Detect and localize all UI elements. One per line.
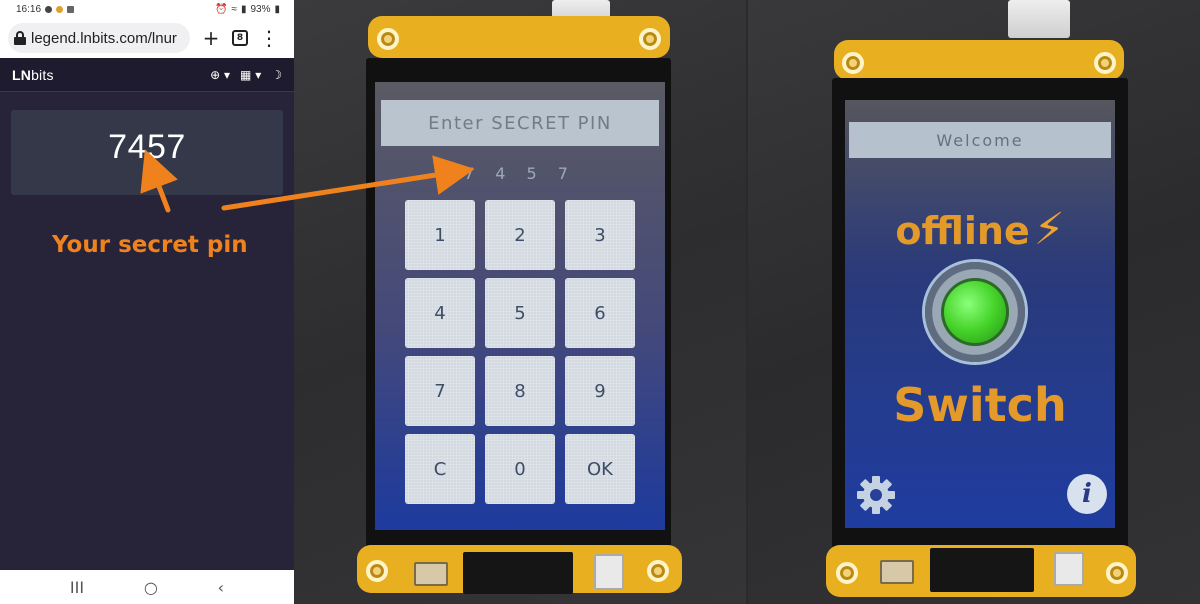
notification-icon bbox=[45, 5, 53, 13]
grid-icon[interactable]: ▦ ▾ bbox=[240, 68, 261, 82]
annotation-label: Your secret pin bbox=[52, 232, 248, 258]
app-title-bold: LN bbox=[12, 66, 32, 83]
app-title-light: bits bbox=[31, 66, 54, 83]
pcb-top bbox=[834, 40, 1124, 80]
browser-toolbar: legend.lnbits.com/lnur + 8 ⋮ bbox=[0, 18, 294, 58]
keypad-screen: Enter SECRET PIN 7 4 5 7 1 2 3 4 5 6 7 8 9 C 0 OK bbox=[375, 82, 665, 530]
mount-hole bbox=[377, 28, 399, 50]
info-icon[interactable]: i bbox=[1067, 474, 1107, 514]
keypad-header: Enter SECRET PIN bbox=[381, 100, 659, 146]
moon-icon[interactable]: ☽ bbox=[271, 68, 282, 82]
lock-icon bbox=[14, 31, 26, 45]
mount-hole bbox=[366, 560, 388, 582]
pcb-top bbox=[368, 16, 670, 58]
recent-apps-button[interactable]: III bbox=[70, 578, 84, 597]
gear-icon[interactable] bbox=[855, 474, 897, 516]
key-9[interactable]: 9 bbox=[565, 356, 635, 426]
connector bbox=[414, 562, 448, 586]
image-notification-icon bbox=[67, 5, 75, 13]
key-5[interactable]: 5 bbox=[485, 278, 555, 348]
tab-switcher-button[interactable]: 8 bbox=[232, 30, 248, 46]
signal-icon: ▮ bbox=[240, 3, 247, 15]
key-1[interactable]: 1 bbox=[405, 200, 475, 270]
connection-status: offline⚡ bbox=[845, 204, 1115, 255]
connector bbox=[880, 560, 914, 584]
mount-hole bbox=[1106, 562, 1128, 584]
led bbox=[594, 554, 624, 590]
status-time: 16:16 bbox=[16, 3, 42, 15]
usb-cable bbox=[1008, 0, 1070, 38]
alarm-icon: ⏰ bbox=[215, 3, 228, 15]
secret-pin: 7457 bbox=[108, 128, 186, 166]
mount-hole bbox=[647, 560, 669, 582]
android-nav-bar: III ○ ‹ bbox=[0, 570, 294, 604]
address-bar[interactable]: legend.lnbits.com/lnur bbox=[8, 23, 190, 53]
key-6[interactable]: 6 bbox=[565, 278, 635, 348]
switch-label: Switch bbox=[893, 378, 1067, 432]
switch-button[interactable] bbox=[925, 262, 1025, 362]
switch-led bbox=[941, 278, 1009, 346]
mount-hole bbox=[639, 28, 661, 50]
welcome-header: Welcome bbox=[849, 122, 1111, 158]
sd-slot bbox=[930, 548, 1034, 592]
app-notification-icon bbox=[56, 5, 64, 13]
home-button[interactable]: ○ bbox=[144, 578, 158, 597]
mount-hole bbox=[836, 562, 858, 584]
sd-slot bbox=[463, 552, 573, 594]
key-clear[interactable]: C bbox=[405, 434, 475, 504]
mount-hole bbox=[842, 52, 864, 74]
key-8[interactable]: 8 bbox=[485, 356, 555, 426]
keypad: 1 2 3 4 5 6 7 8 9 C 0 OK bbox=[405, 200, 637, 504]
phone-screenshot: 16:16 ⏰ ≈ ▮ 93% ▮ legend.lnbits.com/lnur… bbox=[0, 0, 294, 604]
battery-icon: ▮ bbox=[274, 3, 280, 15]
browser-menu-button[interactable]: ⋮ bbox=[258, 26, 280, 50]
key-4[interactable]: 4 bbox=[405, 278, 475, 348]
key-ok[interactable]: OK bbox=[565, 434, 635, 504]
key-7[interactable]: 7 bbox=[405, 356, 475, 426]
url-text: legend.lnbits.com/lnur bbox=[31, 29, 177, 47]
lnbits-header: LNbits ⊕ ▾ ▦ ▾ ☽ bbox=[0, 58, 294, 92]
welcome-screen: Welcome offline⚡ Switch i bbox=[845, 100, 1115, 528]
lightning-bolt-icon: ⚡ bbox=[1033, 204, 1065, 255]
new-tab-button[interactable]: + bbox=[200, 26, 222, 50]
key-0[interactable]: 0 bbox=[485, 434, 555, 504]
pin-entry-display: 7 4 5 7 bbox=[464, 164, 576, 183]
led bbox=[1054, 552, 1084, 586]
key-3[interactable]: 3 bbox=[565, 200, 635, 270]
app-title[interactable]: LNbits bbox=[12, 67, 54, 83]
back-button[interactable]: ‹ bbox=[218, 578, 224, 597]
mount-hole bbox=[1094, 52, 1116, 74]
globe-icon[interactable]: ⊕ ▾ bbox=[210, 68, 230, 82]
wifi-icon: ≈ bbox=[231, 3, 237, 15]
key-2[interactable]: 2 bbox=[485, 200, 555, 270]
status-text: offline bbox=[895, 209, 1030, 253]
status-bar: 16:16 ⏰ ≈ ▮ 93% ▮ bbox=[0, 0, 294, 18]
battery-level: 93% bbox=[250, 3, 271, 15]
pin-card: 7457 bbox=[11, 110, 283, 195]
